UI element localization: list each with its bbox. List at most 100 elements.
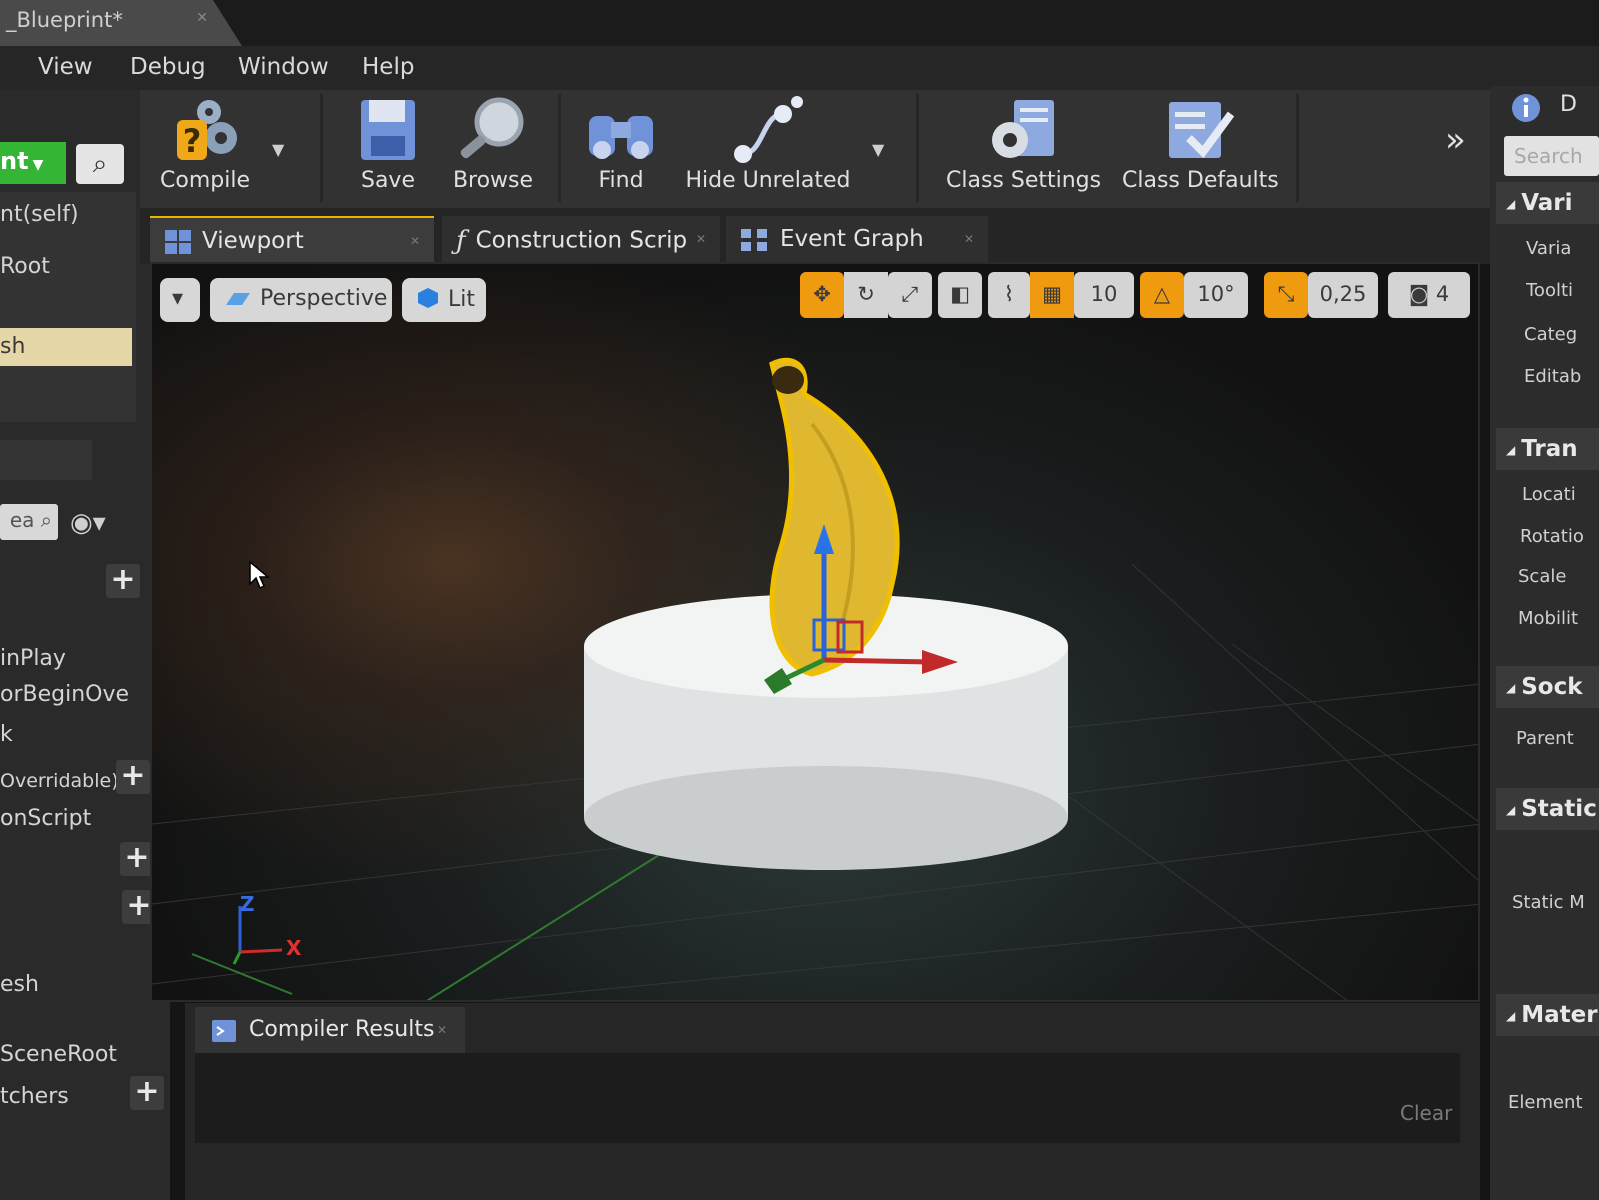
section-materials[interactable]: ◢ Mater	[1496, 994, 1599, 1036]
class-defaults-label: Class Defaults	[1122, 168, 1279, 193]
prop-tooltip: Toolti	[1526, 280, 1574, 301]
view-mode-perspective-button[interactable]: Perspective	[210, 278, 392, 322]
scale-tool-icon[interactable]: ⤢	[888, 272, 932, 318]
browse-button[interactable]: Browse	[442, 94, 544, 204]
hide-unrelated-button[interactable]: Hide Unrelated	[684, 94, 852, 204]
axis-z-label: Z	[240, 892, 255, 916]
compiler-log-area	[195, 1053, 1460, 1143]
translate-tool-icon[interactable]: ✥	[800, 272, 844, 318]
prop-variable-name: Varia	[1526, 238, 1572, 259]
lit-sphere-icon	[418, 288, 438, 308]
search-icon[interactable]: ⌕	[76, 144, 124, 184]
close-tab-icon[interactable]: ✕	[196, 10, 208, 26]
menu-help[interactable]: Help	[362, 54, 414, 80]
variable-mesh[interactable]: esh	[0, 972, 39, 997]
component-self[interactable]: nt(self)	[0, 202, 79, 227]
toolbar-overflow-chevron-icon[interactable]: »	[1445, 120, 1466, 160]
component-root[interactable]: Root	[0, 254, 50, 279]
chevron-down-icon: ▾	[172, 286, 184, 311]
event-begin-play[interactable]: inPlay	[0, 646, 66, 671]
section-sockets[interactable]: ◢ Sock	[1496, 666, 1599, 708]
lighting-mode-lit-button[interactable]: Lit	[402, 278, 486, 322]
close-tab-icon[interactable]: ✕	[410, 234, 420, 248]
add-function-button[interactable]: +	[116, 760, 150, 794]
find-label: Find	[598, 168, 644, 193]
scale-snap-value[interactable]: 0,25	[1308, 272, 1378, 318]
tab-viewport[interactable]: Viewport ✕	[150, 216, 434, 264]
find-button[interactable]: Find	[576, 94, 666, 204]
event-begin-overlap[interactable]: orBeginOve	[0, 682, 129, 707]
rotation-snap-value[interactable]: 10°	[1184, 272, 1248, 318]
hide-unrelated-options-chevron-icon[interactable]: ▼	[872, 140, 884, 159]
construction-script-item[interactable]: onScript	[0, 806, 91, 831]
tab-construction-script[interactable]: ƒ Construction Scrip ✕	[442, 216, 720, 264]
variable-scene-root[interactable]: SceneRoot	[0, 1042, 117, 1067]
rotation-snap-icon[interactable]: △	[1140, 272, 1184, 318]
axis-x-label: X	[286, 936, 302, 960]
collapse-triangle-icon: ◢	[1506, 803, 1516, 817]
section-materials-label: Mater	[1521, 1002, 1598, 1028]
blueprint-toolbar: ? Compile ▼ Save Browse Find Hide Unrela…	[140, 90, 1490, 208]
close-tab-icon[interactable]: ✕	[437, 1023, 447, 1037]
close-tab-icon[interactable]: ✕	[964, 232, 974, 246]
camera-speed-value: 4	[1435, 282, 1450, 306]
add-graph-button[interactable]: +	[106, 564, 140, 598]
surface-snap-icon[interactable]: ⌇	[988, 272, 1030, 318]
add-dispatcher-button[interactable]: +	[130, 1076, 164, 1110]
class-defaults-icon	[1169, 102, 1235, 159]
world-local-toggle-icon[interactable]: ◧	[938, 272, 982, 318]
document-tab-title: _Blueprint*	[6, 8, 123, 32]
camera-speed-button[interactable]: ◙ 4	[1388, 272, 1470, 318]
tab-event-graph[interactable]: Event Graph ✕	[726, 216, 988, 264]
prop-static-mesh: Static M	[1512, 892, 1585, 913]
scale-snap-icon[interactable]: ⤡	[1264, 272, 1308, 318]
class-defaults-button[interactable]: Class Defaults	[1122, 94, 1279, 204]
visibility-eye-icon[interactable]: ◉▾	[70, 508, 106, 538]
collapse-triangle-icon: ◢	[1506, 1009, 1516, 1023]
document-tab[interactable]: _Blueprint* ✕	[0, 0, 242, 46]
menu-debug[interactable]: Debug	[130, 54, 206, 80]
magnifier-icon	[460, 97, 524, 159]
save-button[interactable]: Save	[340, 94, 436, 204]
clear-button[interactable]: Clear	[1400, 1101, 1452, 1125]
rotation-snap-value-text: 10°	[1197, 282, 1235, 306]
viewport-icon	[165, 229, 191, 254]
section-transform[interactable]: ◢ Tran	[1496, 428, 1599, 470]
compiler-results-panel: Compiler Results ✕ Clear	[185, 1003, 1480, 1200]
section-variable[interactable]: ◢ Vari	[1496, 182, 1599, 224]
component-mesh-selected[interactable]: sh	[0, 328, 132, 366]
toolbar-separator	[320, 94, 323, 202]
details-title: D	[1560, 92, 1577, 117]
compiler-log-icon	[212, 1020, 236, 1042]
event-tick[interactable]: k	[0, 722, 13, 747]
svg-text:?: ?	[183, 122, 202, 160]
prop-location: Locati	[1522, 484, 1576, 505]
class-settings-button[interactable]: Class Settings	[946, 94, 1102, 204]
rotate-tool-icon[interactable]: ↻	[844, 272, 888, 318]
menu-window[interactable]: Window	[238, 54, 329, 80]
function-icon: ƒ	[456, 226, 466, 256]
add-component-button[interactable]: nt ▼	[0, 142, 66, 184]
functions-overridable[interactable]: Overridable)	[0, 770, 119, 792]
collapse-triangle-icon: ◢	[1506, 197, 1516, 211]
lit-label: Lit	[448, 287, 475, 312]
event-dispatchers-header: tchers	[0, 1084, 69, 1109]
binoculars-icon	[589, 116, 653, 159]
hide-unrelated-icon	[734, 96, 803, 163]
my-blueprint-search-input[interactable]: ea ⌕	[0, 504, 58, 540]
add-macro-button[interactable]: +	[120, 842, 154, 876]
compile-options-chevron-icon[interactable]: ▼	[272, 140, 284, 159]
menu-view[interactable]: View	[38, 54, 93, 80]
class-settings-label: Class Settings	[946, 168, 1102, 193]
section-static-mesh[interactable]: ◢ Static	[1496, 788, 1599, 830]
tab-viewport-label: Viewport	[202, 228, 304, 254]
compile-button[interactable]: ? Compile	[150, 94, 260, 204]
close-tab-icon[interactable]: ✕	[696, 232, 706, 246]
panel-header	[0, 440, 92, 480]
tab-compiler-results[interactable]: Compiler Results ✕	[195, 1007, 465, 1053]
grid-snap-icon[interactable]: ▦	[1030, 272, 1074, 318]
details-search-input[interactable]: Search	[1504, 136, 1599, 176]
viewport-options-button[interactable]: ▾	[160, 278, 200, 322]
viewport-3d[interactable]: Z X ▾ Perspective Lit ✥ ↻ ⤢ ◧ ⌇ ▦ 10 △ 1…	[150, 262, 1480, 1002]
grid-snap-value[interactable]: 10	[1074, 272, 1134, 318]
